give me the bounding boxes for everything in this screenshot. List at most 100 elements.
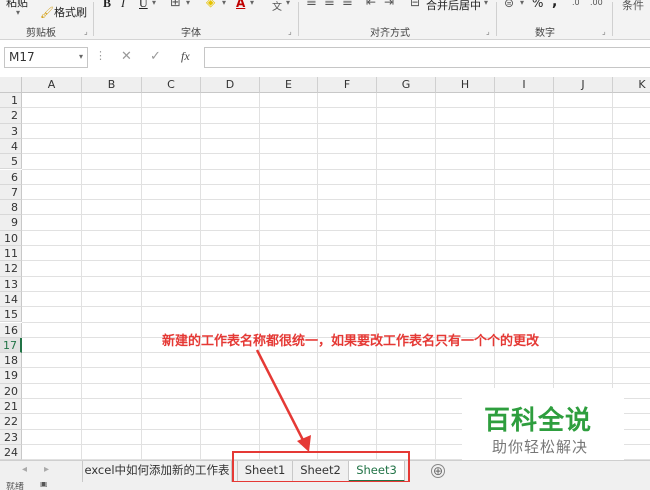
row-header-14[interactable]: 14 xyxy=(0,291,22,308)
row-header-18[interactable]: 18 xyxy=(0,353,22,369)
insert-function-button[interactable]: fx xyxy=(181,49,190,64)
group-separator xyxy=(612,2,613,36)
column-header-f[interactable]: F xyxy=(318,77,377,93)
row-header-10[interactable]: 10 xyxy=(0,230,22,246)
enter-check-icon[interactable]: ✓ xyxy=(150,49,161,64)
decrease-decimal-icon[interactable]: .00 xyxy=(590,0,603,7)
fill-color-icon[interactable]: ◈ xyxy=(206,0,215,9)
row-header-19[interactable]: 19 xyxy=(0,368,22,384)
number-launcher-icon[interactable]: ⌟ xyxy=(602,27,606,36)
grid-row-line xyxy=(22,382,650,384)
add-sheet-button[interactable]: ⊕ xyxy=(431,464,445,478)
select-all-corner[interactable] xyxy=(0,77,22,93)
column-header-d[interactable]: D xyxy=(201,77,260,93)
name-box[interactable]: M17 ▾ xyxy=(4,47,88,68)
macro-record-icon[interactable]: ▣ xyxy=(40,482,48,488)
merge-dropdown-icon[interactable]: ▾ xyxy=(484,0,488,7)
underline-dropdown-icon[interactable]: ▾ xyxy=(152,0,156,7)
column-header-e[interactable]: E xyxy=(260,77,318,93)
border-icon[interactable]: ⊞ xyxy=(170,0,181,10)
row-header-17[interactable]: 17 xyxy=(0,337,22,354)
grid-row-line xyxy=(22,229,650,231)
row-header-13[interactable]: 13 xyxy=(0,276,22,292)
increase-indent-icon[interactable]: ⇥ xyxy=(384,0,394,9)
cancel-icon[interactable]: ✕ xyxy=(121,49,132,64)
column-header-k[interactable]: K xyxy=(613,77,650,93)
row-header-21[interactable]: 21 xyxy=(0,399,22,415)
more-options-icon[interactable]: ⋮ xyxy=(95,49,106,62)
align-center-icon[interactable]: ≡ xyxy=(324,0,335,10)
phonetic-icon[interactable]: 文 xyxy=(272,0,282,13)
increase-decimal-icon[interactable]: .0 xyxy=(572,0,580,7)
watermark: 百科全说 助你轻松解决 xyxy=(462,388,624,464)
group-separator xyxy=(496,2,497,36)
row-header-2[interactable]: 2 xyxy=(0,108,22,124)
phonetic-dropdown-icon[interactable]: ▾ xyxy=(286,0,290,7)
watermark-subtitle: 助你轻松解决 xyxy=(492,438,589,456)
grid-row-line xyxy=(22,214,650,216)
font-launcher-icon[interactable]: ⌟ xyxy=(288,27,292,36)
row-header-12[interactable]: 12 xyxy=(0,261,22,277)
formula-input[interactable] xyxy=(204,47,650,68)
row-header-8[interactable]: 8 xyxy=(0,200,22,216)
format-painter-button[interactable]: 🖌格式刷 xyxy=(40,4,87,20)
row-header-20[interactable]: 20 xyxy=(0,383,22,399)
merge-center-button[interactable]: 合并后居中 xyxy=(426,0,481,13)
group-label-alignment: 对齐方式 xyxy=(370,28,410,39)
name-box-dropdown-icon[interactable]: ▾ xyxy=(79,52,83,61)
accounting-dropdown-icon[interactable]: ▾ xyxy=(520,0,524,7)
alignment-launcher-icon[interactable]: ⌟ xyxy=(486,27,490,36)
paintbrush-icon: 🖌 xyxy=(40,6,54,19)
bold-button[interactable]: B xyxy=(103,0,111,11)
font-color-icon[interactable]: A xyxy=(236,0,245,10)
merge-icon[interactable]: ⊟ xyxy=(410,0,420,9)
row-header-7[interactable]: 7 xyxy=(0,184,22,201)
column-header-i[interactable]: I xyxy=(495,77,554,93)
underline-button[interactable]: U xyxy=(139,0,148,11)
align-left-icon[interactable]: ≡ xyxy=(306,0,317,10)
row-header-3[interactable]: 3 xyxy=(0,123,22,139)
grid-row-line xyxy=(22,260,650,262)
accounting-format-icon[interactable]: ⊜ xyxy=(504,0,514,10)
decrease-indent-icon[interactable]: ⇤ xyxy=(366,0,376,9)
scroll-left-icon[interactable]: ◂ xyxy=(22,464,27,475)
border-dropdown-icon[interactable]: ▾ xyxy=(186,0,190,7)
grid-row-line xyxy=(22,153,650,155)
row-header-11[interactable]: 11 xyxy=(0,246,22,262)
sheet-tab-0[interactable]: excel中如何添加新的工作表 xyxy=(82,461,232,482)
column-header-a[interactable]: A xyxy=(22,77,82,93)
row-header-5[interactable]: 5 xyxy=(0,154,22,170)
row-header-6[interactable]: 6 xyxy=(0,169,22,185)
row-header-24[interactable]: 24 xyxy=(0,444,22,460)
group-label-clipboard: 剪贴板 xyxy=(26,28,56,39)
grid-row-line xyxy=(22,122,650,124)
group-separator xyxy=(93,2,94,36)
percent-button[interactable]: % xyxy=(532,0,543,10)
fill-color-dropdown-icon[interactable]: ▾ xyxy=(222,0,226,7)
column-header-j[interactable]: J xyxy=(554,77,613,93)
row-header-16[interactable]: 16 xyxy=(0,322,22,338)
grid-row-line xyxy=(22,107,650,109)
column-header-c[interactable]: C xyxy=(142,77,201,93)
comma-button[interactable]: , xyxy=(552,0,557,10)
conditional-format-icon[interactable]: 条件 xyxy=(622,0,644,13)
align-right-icon[interactable]: ≡ xyxy=(342,0,353,10)
clipboard-launcher-icon[interactable]: ⌟ xyxy=(84,27,88,36)
row-header-15[interactable]: 15 xyxy=(0,307,22,323)
row-header-9[interactable]: 9 xyxy=(0,215,22,231)
column-header-g[interactable]: G xyxy=(377,77,436,93)
grid-row-line xyxy=(22,290,650,292)
group-label-number: 数字 xyxy=(535,28,555,39)
row-header-4[interactable]: 4 xyxy=(0,138,22,155)
paste-dropdown-icon[interactable]: ▾ xyxy=(16,8,20,17)
italic-button[interactable]: I xyxy=(121,0,125,11)
column-header-h[interactable]: H xyxy=(436,77,495,93)
scroll-right-icon[interactable]: ▸ xyxy=(44,464,49,475)
font-color-dropdown-icon[interactable]: ▾ xyxy=(250,0,254,7)
row-header-23[interactable]: 23 xyxy=(0,429,22,445)
column-header-b[interactable]: B xyxy=(82,77,142,93)
grid-row-line xyxy=(22,321,650,323)
row-header-1[interactable]: 1 xyxy=(0,93,22,109)
grid-row-line xyxy=(22,352,650,354)
row-header-22[interactable]: 22 xyxy=(0,414,22,430)
